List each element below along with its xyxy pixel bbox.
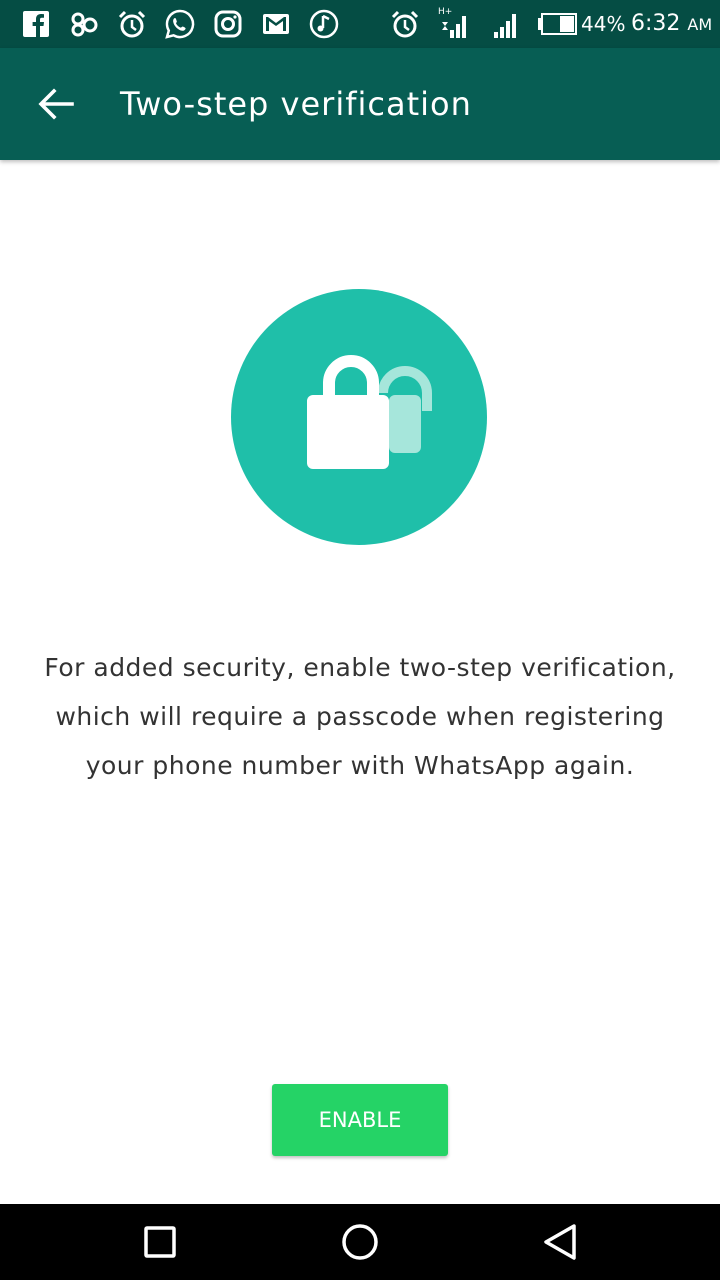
app-icon: [68, 8, 100, 40]
whatsapp-icon: [164, 8, 196, 40]
lock-icon: [307, 355, 432, 469]
recent-apps-button[interactable]: [132, 1214, 188, 1270]
description-line-1: For added security, enable two-step veri…: [44, 653, 676, 682]
description-text: For added security, enable two-step veri…: [30, 643, 690, 790]
alarm-icon: [389, 8, 421, 40]
navigation-bar: [0, 1204, 720, 1280]
back-button[interactable]: [28, 76, 84, 132]
music-icon: [308, 8, 340, 40]
page-title: Two-step verification: [120, 85, 472, 123]
home-button[interactable]: [332, 1214, 388, 1270]
time-value: 6:32: [631, 11, 681, 36]
home-icon: [342, 1224, 378, 1260]
status-time: 6:32 AM: [631, 0, 712, 48]
battery-icon: [536, 8, 578, 40]
toolbar: Two-step verification: [0, 48, 720, 160]
signal-icon: [490, 8, 522, 40]
gmail-icon: [260, 8, 292, 40]
description-line-3: your phone number with WhatsApp again.: [85, 751, 635, 780]
description-line-2: which will require a passcode when regis…: [55, 702, 665, 731]
hero-circle: [231, 289, 487, 545]
instagram-icon: [212, 8, 244, 40]
time-am-pm: AM: [687, 15, 713, 34]
enable-button[interactable]: ENABLE: [272, 1084, 448, 1156]
facebook-icon: [20, 8, 52, 40]
network-type: H+: [438, 7, 453, 17]
status-bar: H+ 44% 6:32 AM: [0, 0, 720, 48]
alarm-icon: [116, 8, 148, 40]
back-icon: [544, 1224, 576, 1260]
arrow-back-icon: [38, 88, 74, 120]
nav-back-button[interactable]: [532, 1214, 588, 1270]
battery-percent: 44%: [581, 12, 626, 36]
recent-apps-icon: [144, 1226, 176, 1258]
